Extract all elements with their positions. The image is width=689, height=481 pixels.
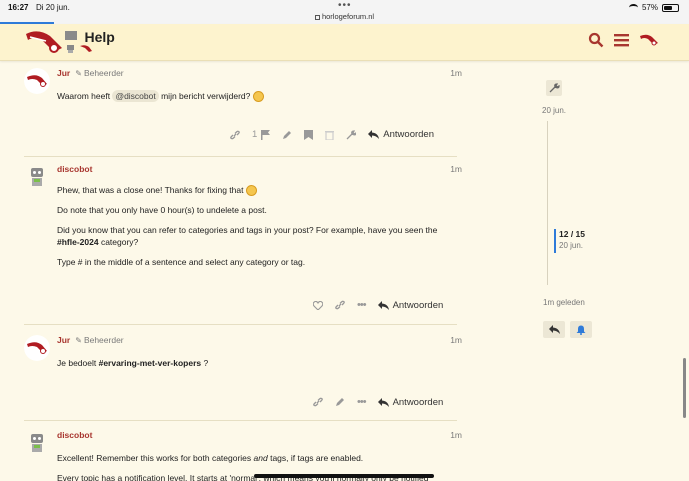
post-age[interactable]: 1m xyxy=(442,430,462,440)
wrench-icon: ✎ xyxy=(75,69,82,78)
user-role: Beheerder xyxy=(83,68,124,78)
link-icon[interactable] xyxy=(230,130,240,140)
hashtag-link[interactable]: #ervaring-met-ver-kopers xyxy=(99,358,202,368)
username[interactable]: Jur xyxy=(57,68,70,78)
post-body: Je bedoelt #ervaring-met-ver-kopers ? xyxy=(57,358,457,370)
hashtag-link[interactable]: #hfle-2024 xyxy=(57,237,99,247)
timeline-start-date[interactable]: 20 jun. xyxy=(542,106,566,115)
flag-icon[interactable] xyxy=(261,129,271,140)
username[interactable]: discobot xyxy=(57,164,92,174)
reply-icon xyxy=(548,325,560,334)
heart-icon[interactable] xyxy=(313,300,323,310)
page-title[interactable]: Help xyxy=(84,29,114,45)
status-date: Di 20 jun. xyxy=(36,3,70,12)
post-text: mijn bericht verwijderd? xyxy=(158,91,251,101)
battery-percent: 57% xyxy=(641,3,658,12)
timeline-end-date[interactable]: 1m geleden xyxy=(543,298,585,307)
user-avatar-icon[interactable] xyxy=(639,33,659,47)
pencil-icon[interactable] xyxy=(282,130,292,140)
post-text: tags, if tags are enabled. xyxy=(267,453,364,463)
robot-icon xyxy=(67,45,74,53)
admin-wrench-button[interactable] xyxy=(546,80,562,96)
post-text: ? xyxy=(201,358,209,368)
post-text: Phew, that was a close one! Thanks for f… xyxy=(57,185,244,195)
reply-label: Antwoorden xyxy=(383,129,434,140)
post-body: Waarom heeft @discobot mijn bericht verw… xyxy=(57,90,457,103)
url-bar[interactable]: horlogeforum.nl xyxy=(0,12,689,21)
bell-icon xyxy=(576,325,586,335)
post-age[interactable]: 1m xyxy=(442,164,462,174)
timeline-position: 12 / 15 xyxy=(559,229,585,239)
post-text: Waarom heeft xyxy=(57,91,113,101)
mention-link[interactable]: @discobot xyxy=(112,90,159,102)
pencil-icon[interactable] xyxy=(335,397,345,407)
post-divider xyxy=(24,156,457,157)
post-text: category? xyxy=(98,236,139,247)
post-age[interactable]: 1m xyxy=(442,68,462,78)
more-options-icon[interactable]: ••• xyxy=(357,396,367,408)
brand-mini-icon xyxy=(80,45,92,52)
status-bar: 16:27 Di 20 jun. ••• horlogeforum.nl 57% xyxy=(0,0,689,24)
lock-icon xyxy=(314,14,320,20)
timeline-position-date: 20 jun. xyxy=(559,241,584,250)
bookmark-icon[interactable] xyxy=(304,129,314,140)
wrench-icon xyxy=(549,83,560,93)
reply-button[interactable]: Antwoorden xyxy=(377,299,444,311)
post-divider xyxy=(24,420,457,421)
username[interactable]: discobot xyxy=(57,430,92,440)
link-icon[interactable] xyxy=(313,397,323,407)
url-text: horlogeforum.nl xyxy=(321,12,375,21)
emoji-icon xyxy=(252,91,264,103)
reply-icon xyxy=(377,397,389,407)
username[interactable]: Jur xyxy=(57,335,70,345)
envelope-icon xyxy=(65,31,77,41)
site-header: Help xyxy=(0,24,689,61)
page-scrollbar[interactable] xyxy=(683,358,686,418)
like-count[interactable]: 1 xyxy=(252,129,257,140)
avatar[interactable] xyxy=(24,68,50,94)
post-text: Do note that you only have 0 hour(s) to … xyxy=(57,204,267,215)
post-text: and xyxy=(253,453,268,463)
site-logo[interactable] xyxy=(24,28,64,56)
reply-label: Antwoorden xyxy=(392,299,444,311)
trash-icon[interactable] xyxy=(325,130,335,140)
post-age[interactable]: 1m xyxy=(442,335,462,345)
avatar[interactable] xyxy=(24,164,50,190)
status-time: 16:27 xyxy=(8,3,29,12)
notification-button[interactable] xyxy=(570,321,592,338)
more-options-icon[interactable]: ••• xyxy=(357,299,367,311)
timeline-track[interactable] xyxy=(547,121,548,285)
post-discobot-1: discobot 1m Phew, that was a close one! … xyxy=(24,164,464,314)
reply-icon xyxy=(368,130,380,139)
wifi-icon xyxy=(628,4,638,11)
avatar[interactable] xyxy=(24,335,50,361)
wrench-icon: ✎ xyxy=(75,336,82,345)
user-role: Beheerder xyxy=(83,335,124,345)
post-text: Je bedoelt xyxy=(57,358,99,368)
reply-label: Antwoorden xyxy=(392,396,444,408)
post-text: Did you know that you can refer to categ… xyxy=(57,224,438,235)
post-jur-2: Jur ✎ Beheerder 1m Je bedoelt #ervaring-me… xyxy=(24,335,464,415)
hamburger-menu-icon[interactable] xyxy=(614,33,629,47)
post-text: Type # in the middle of a sentence and s… xyxy=(57,256,306,267)
timeline-reply-button[interactable] xyxy=(543,321,565,338)
reply-icon xyxy=(377,300,389,310)
reply-button[interactable]: Antwoorden xyxy=(368,129,434,140)
wrench-icon[interactable] xyxy=(346,129,357,140)
post-jur-1: Jur ✎ Beheerder 1m Waarom heeft @discobot … xyxy=(24,68,464,152)
avatar[interactable] xyxy=(24,430,50,456)
link-icon[interactable] xyxy=(335,300,345,310)
home-indicator[interactable] xyxy=(254,474,434,478)
post-body: Phew, that was a close one! Thanks for f… xyxy=(57,185,457,276)
battery-icon xyxy=(662,3,679,12)
post-text: Excellent! Remember this works for both … xyxy=(57,453,254,463)
post-divider xyxy=(24,324,457,325)
reply-button[interactable]: Antwoorden xyxy=(377,396,444,408)
search-icon[interactable] xyxy=(588,32,604,48)
emoji-icon xyxy=(245,185,257,197)
more-dots-icon[interactable]: ••• xyxy=(338,0,352,11)
